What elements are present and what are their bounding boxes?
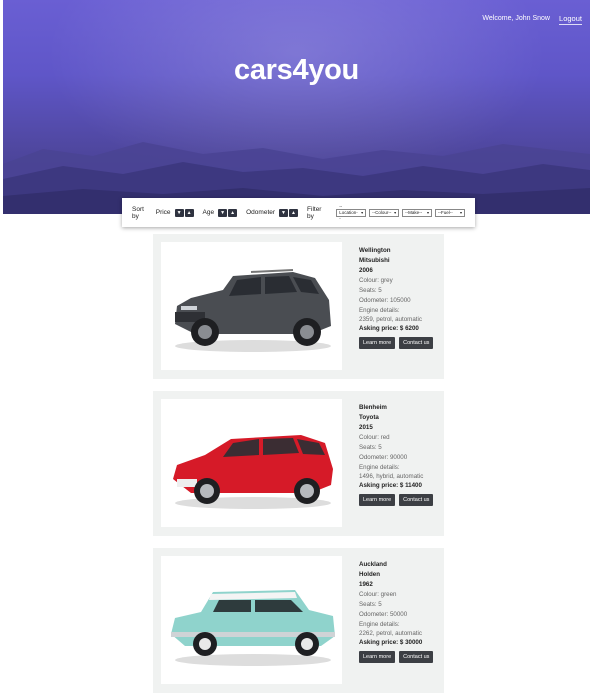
sort-price-asc-button[interactable]: ▲: [184, 208, 194, 217]
listing-make: Toyota: [359, 414, 379, 421]
site-title: cars4you: [234, 54, 359, 86]
listing-details: Auckland Holden 1962 Colour: green Seats…: [359, 560, 441, 663]
chevron-down-icon: ▾: [361, 209, 364, 215]
car-image: [161, 556, 342, 684]
listing-engine: 1496, hybrid, automatic: [359, 473, 424, 480]
sort-price-label: Price: [155, 209, 171, 216]
logout-link[interactable]: Logout: [559, 14, 582, 25]
listing-location: Auckland: [359, 561, 387, 568]
learn-more-button[interactable]: Learn more: [359, 337, 396, 349]
suv-image: [175, 269, 331, 352]
chevron-down-icon: ▾: [427, 209, 430, 215]
filter-by-label: Filter by: [307, 205, 322, 220]
listing-card: Auckland Holden 1962 Colour: green Seats…: [153, 548, 444, 693]
car-image: [161, 399, 342, 527]
sort-age-desc-button[interactable]: ▼: [218, 208, 228, 217]
listing-price: Asking price: $ 11400: [359, 482, 422, 489]
listing-details: Blenheim Toyota 2015 Colour: red Seats: …: [359, 403, 441, 506]
listing-location: Blenheim: [359, 404, 387, 411]
car-image: [161, 242, 342, 370]
sort-price-group: Price ▼ ▲: [155, 208, 195, 217]
listing-card: Blenheim Toyota 2015 Colour: red Seats: …: [153, 391, 444, 536]
sort-filter-bar: Sort by Price ▼ ▲ Age ▼ ▲ Odometer ▼ ▲ F…: [122, 198, 475, 227]
listing-location: Wellington: [359, 247, 391, 254]
location-select[interactable]: --Location-- ▾: [336, 204, 367, 221]
listing-colour: Colour: grey: [359, 277, 393, 284]
contact-us-button[interactable]: Contact us: [399, 651, 434, 663]
listing-card: Wellington Mitsubishi 2006 Colour: grey …: [153, 234, 444, 379]
listing-engine-label: Engine details:: [359, 464, 400, 471]
listing-seats: Seats: 5: [359, 444, 382, 451]
sort-by-label: Sort by: [132, 205, 144, 220]
listing-price: Asking price: $ 6200: [359, 325, 419, 332]
learn-more-button[interactable]: Learn more: [359, 494, 396, 506]
sort-age-label: Age: [202, 209, 215, 216]
sort-odometer-group: Odometer ▼ ▲: [246, 208, 299, 217]
listing-engine: 2262, petrol, automatic: [359, 630, 422, 637]
listing-year: 1962: [359, 581, 373, 588]
sort-odometer-desc-button[interactable]: ▼: [279, 208, 289, 217]
hero-banner: Welcome, John Snow Logout cars4you: [3, 0, 590, 214]
classic-car-image: [171, 590, 335, 666]
make-select[interactable]: --Make-- ▾: [402, 208, 433, 217]
wagon-image: [173, 435, 333, 509]
contact-us-button[interactable]: Contact us: [399, 337, 434, 349]
listing-odometer: Odometer: 50000: [359, 611, 408, 618]
listing-seats: Seats: 5: [359, 601, 382, 608]
chevron-down-icon: ▾: [459, 209, 462, 215]
sort-odometer-label: Odometer: [246, 209, 276, 216]
contact-us-button[interactable]: Contact us: [399, 494, 434, 506]
welcome-text: Welcome, John Snow: [482, 15, 550, 22]
listing-odometer: Odometer: 105000: [359, 297, 411, 304]
listing-year: 2015: [359, 424, 373, 431]
listing-price: Asking price: $ 30000: [359, 639, 423, 646]
learn-more-button[interactable]: Learn more: [359, 651, 396, 663]
listing-engine: 2359, petrol, automatic: [359, 316, 422, 323]
listing-make: Holden: [359, 571, 380, 578]
sort-odometer-asc-button[interactable]: ▲: [289, 208, 299, 217]
listing-colour: Colour: green: [359, 591, 397, 598]
listing-odometer: Odometer: 90000: [359, 454, 408, 461]
colour-select[interactable]: --Colour-- ▾: [369, 208, 400, 217]
listing-engine-label: Engine details:: [359, 621, 400, 628]
chevron-down-icon: ▾: [394, 209, 397, 215]
listing-seats: Seats: 5: [359, 287, 382, 294]
sort-price-desc-button[interactable]: ▼: [174, 208, 184, 217]
sort-age-group: Age ▼ ▲: [202, 208, 239, 217]
listing-make: Mitsubishi: [359, 257, 390, 264]
listing-details: Wellington Mitsubishi 2006 Colour: grey …: [359, 246, 441, 349]
fuel-select[interactable]: --Fuel-- ▾: [435, 208, 465, 217]
listing-colour: Colour: red: [359, 434, 390, 441]
sort-age-asc-button[interactable]: ▲: [228, 208, 238, 217]
listing-engine-label: Engine details:: [359, 307, 400, 314]
listing-year: 2006: [359, 267, 373, 274]
